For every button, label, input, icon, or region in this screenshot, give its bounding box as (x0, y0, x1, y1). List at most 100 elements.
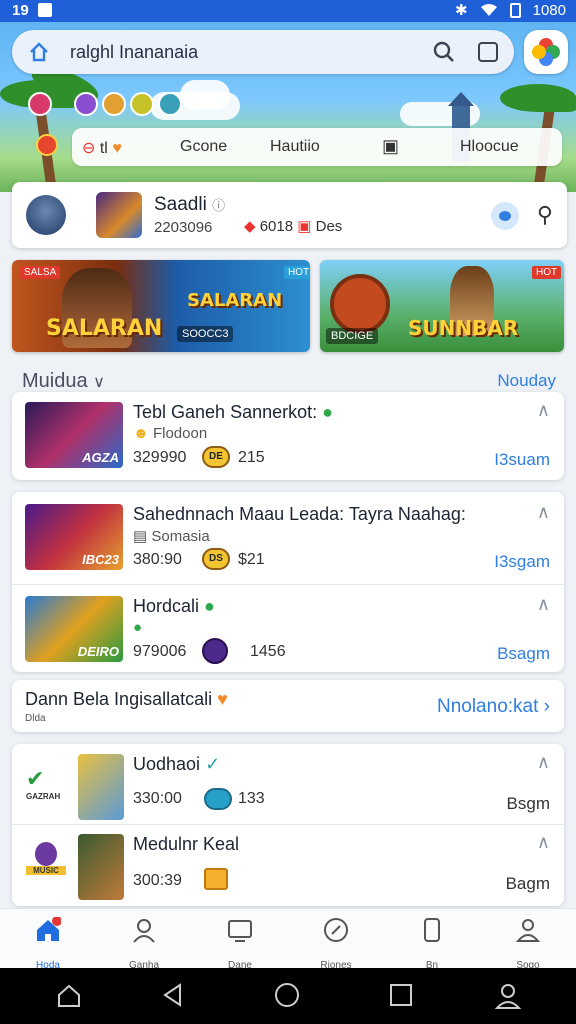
list-item[interactable]: ✔ GAZRAH Uodhaoi ✓ 330:00 133 ∧ Bsgm (12, 744, 564, 830)
chevron-up-icon[interactable]: ∧ (537, 400, 550, 421)
record-icon: ⊖ (82, 140, 96, 157)
search-input[interactable]: ralghl Inananaia (70, 42, 198, 63)
character-logo: MUSIC (26, 842, 66, 882)
battery-percent: 1080 (532, 1, 566, 19)
item-count: 380:90 (133, 551, 182, 568)
tab-profile[interactable]: Ganha (96, 917, 192, 971)
person-icon (133, 919, 155, 943)
section-title[interactable]: Muidua ∨ (22, 370, 105, 393)
game-thumbnail[interactable]: IBC23 (25, 504, 123, 570)
promo-title: Dann Bela Ingisallatcali ♥ (25, 689, 228, 709)
banner-tag: HOT (532, 266, 562, 279)
banner-left[interactable]: SALSA HOT SALARAN SALARAN SOOCC3 (12, 260, 310, 352)
chevron-up-icon[interactable]: ∧ (537, 752, 550, 773)
game-thumbnail[interactable]: AGZA (25, 402, 123, 468)
profile-stats: ◆ 6018 ▣ Des (244, 218, 343, 235)
item-count: 329990 (133, 449, 187, 466)
profile-id: 2203096 (154, 219, 213, 236)
verified-icon: ● (322, 402, 334, 422)
ticket-icon (204, 788, 232, 810)
story-bubble[interactable] (28, 92, 52, 116)
tabs-icon[interactable] (478, 42, 498, 62)
item-value: 133 (238, 790, 265, 807)
gift-icon: ▣ (297, 218, 312, 235)
chip-first[interactable]: ⊖ tl ♥ (82, 138, 122, 158)
chip-fourth[interactable]: Hloocue (460, 138, 519, 156)
item-action[interactable]: Bsgm (507, 794, 550, 814)
tab-device[interactable]: Bn (384, 917, 480, 971)
app-logo-icon[interactable] (524, 30, 568, 74)
banner-right[interactable]: HOT SUNNBAR BDCIGE (320, 260, 564, 352)
compass-icon (324, 918, 348, 942)
user-icon (515, 919, 541, 942)
home-circle-icon[interactable] (274, 982, 300, 1008)
search-icon[interactable] (432, 40, 456, 64)
chip-second[interactable]: Gcone (180, 138, 227, 156)
story-bubble[interactable] (130, 92, 154, 116)
divider (12, 584, 564, 585)
profile-card[interactable]: Saadli ⓘ 2203096 ◆ 6018 ▣ Des ⚲ (12, 182, 567, 248)
list-item[interactable]: DEIRO Hordcali ● ● 979006 1456 ∧ Bsagm (12, 586, 564, 672)
item-title: Medulnr Keal (133, 834, 240, 854)
account-nav-icon[interactable] (494, 982, 522, 1010)
item-action[interactable]: Bagm (506, 874, 550, 894)
item-action[interactable]: I3sgam (494, 552, 550, 572)
notification-badge[interactable] (36, 134, 58, 156)
story-bubble[interactable] (74, 92, 98, 116)
promo-link[interactable]: Nnolano:kat › (437, 696, 550, 718)
item-title: Hordcali ● (133, 596, 215, 616)
story-bubble[interactable] (158, 92, 182, 116)
home-icon[interactable] (28, 41, 50, 63)
banner-title-secondary: SALARAN (187, 290, 283, 311)
item-count: 330:00 (133, 790, 182, 807)
clipboard-icon[interactable]: ▣ (382, 136, 399, 157)
item-subtitle: ☻ Flodoon (133, 425, 208, 442)
bottom-tab-bar: Hoda Ganha Dane Riones Bn Sogo (0, 908, 576, 971)
chevron-down-icon: ∨ (93, 374, 105, 391)
banner-subtitle: SOOCC3 (177, 326, 234, 342)
chip-third[interactable]: Hautiio (270, 138, 320, 156)
item-action[interactable]: I3suam (494, 450, 550, 470)
heart-icon: ♥ (217, 689, 228, 709)
game-thumbnail[interactable]: DEIRO (25, 596, 123, 662)
pin-icon[interactable]: ⚲ (537, 202, 553, 228)
search-bar[interactable]: ralghl Inananaia (12, 30, 514, 74)
game-avatar[interactable] (96, 192, 142, 238)
monitor-icon (228, 920, 252, 942)
item-value: $21 (238, 551, 265, 568)
list-item[interactable]: AGZA Tebl Ganeh Sannerkot: ● ☻ Flodoon 3… (12, 392, 564, 478)
bluetooth-icon: ✱ (455, 2, 468, 19)
game-thumbnail[interactable] (78, 834, 124, 900)
list-item[interactable]: IBC23 Sahednnach Maau Leada: Tayra Naaha… (12, 494, 564, 580)
back-icon[interactable] (160, 982, 186, 1008)
tab-home[interactable]: Hoda (0, 916, 96, 971)
leaf-icon: ● (133, 619, 143, 636)
tab-account[interactable]: Sogo (480, 917, 576, 971)
item-value: 1456 (250, 643, 286, 660)
game-thumbnail[interactable] (78, 754, 124, 820)
item-action[interactable]: Bsagm (497, 644, 550, 664)
battery-icon (509, 2, 521, 18)
chevron-up-icon[interactable]: ∧ (537, 594, 550, 615)
system-nav-bar (0, 968, 576, 1024)
chat-icon[interactable] (491, 202, 519, 230)
chevron-up-icon[interactable]: ∧ (537, 502, 550, 523)
check-logo: ✔ GAZRAH (26, 766, 61, 801)
list-item[interactable]: MUSIC Medulnr Keal 300:39 ∧ Bagm (12, 824, 564, 910)
tab-screen[interactable]: Dane (192, 917, 288, 971)
home-icon (37, 916, 62, 941)
recents-icon[interactable] (388, 982, 414, 1008)
section-link[interactable]: Nouday (497, 371, 556, 391)
chevron-up-icon[interactable]: ∧ (537, 832, 550, 853)
story-bubble[interactable] (102, 92, 126, 116)
clock: 19 (12, 2, 29, 19)
avatar[interactable] (26, 195, 66, 235)
item-title: Sahednnach Maau Leada: Tayra Naahag: (133, 504, 466, 524)
tab-compass[interactable]: Riones (288, 917, 384, 971)
verified-icon: ● (204, 596, 215, 616)
banner-hot-badge: HOT (284, 266, 310, 279)
heart-icon: ♥ (112, 140, 122, 157)
promo-row[interactable]: Dann Bela Ingisallatcali ♥ Dlda Nnolano:… (12, 680, 564, 732)
item-value: 215 (238, 449, 265, 466)
home-nav-icon[interactable] (56, 982, 82, 1008)
